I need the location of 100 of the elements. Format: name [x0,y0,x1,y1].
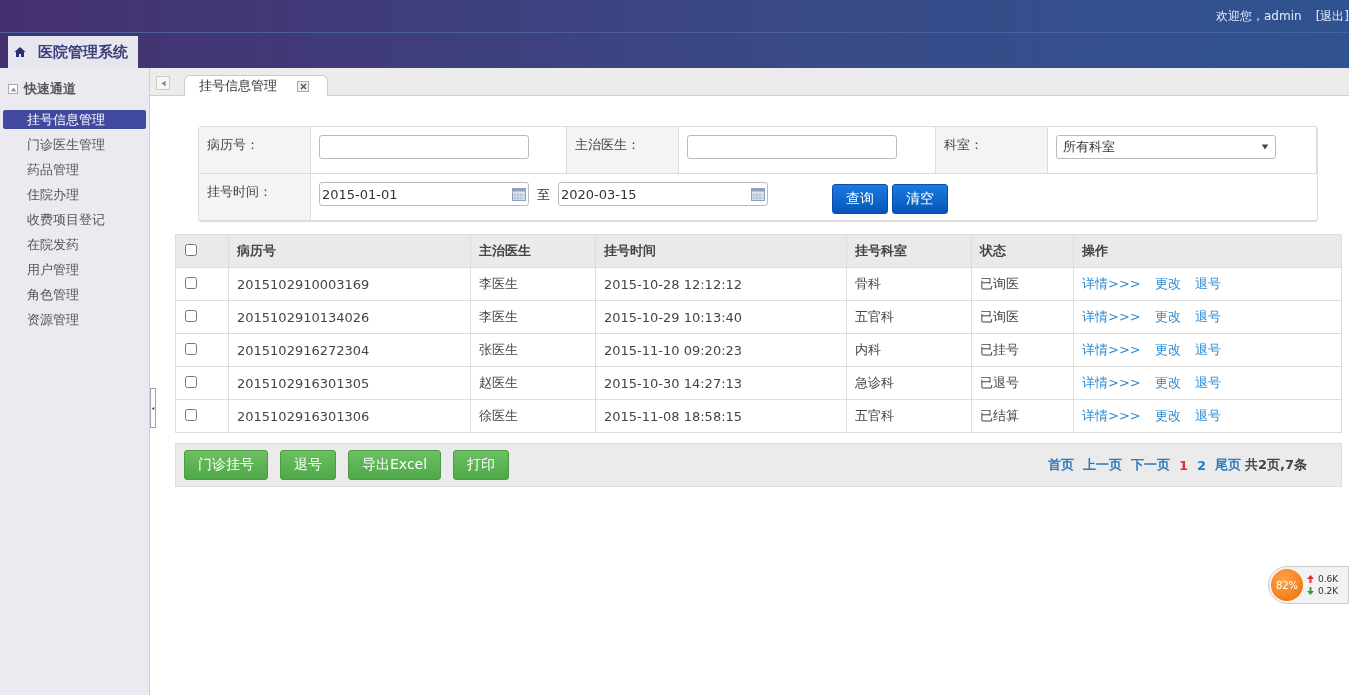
row-action-link[interactable]: 更改 [1154,408,1181,423]
search-button[interactable]: 查询 [832,184,888,214]
welcome-text: 欢迎您，admin [1216,7,1302,25]
upload-arrow-icon [1307,575,1314,583]
table-cell: 2015-11-10 09:20:23 [595,333,847,367]
table-cell: 2015-10-28 12:12:12 [595,267,847,301]
input-field[interactable] [319,135,529,159]
table-cell: 内科 [846,333,972,367]
department-select[interactable]: 所有科室 [1056,135,1276,159]
row-action-link[interactable]: 更改 [1154,276,1181,291]
row-action-link[interactable]: 更改 [1154,375,1181,390]
page-tab[interactable]: 挂号信息管理 [184,75,328,96]
table-cell: 2015102916301305 [228,366,471,400]
row-action-link[interactable]: 详情>>> [1082,408,1141,423]
upload-speed: 0.6K [1318,574,1339,584]
collapse-arrow-icon [151,405,155,411]
row-action-link[interactable]: 退号 [1194,342,1221,357]
dropdown-arrow-icon [1261,143,1269,151]
row-checkbox[interactable] [185,408,197,421]
sidebar-item[interactable]: 角色管理 [3,285,146,304]
sidebar-item[interactable]: 收费项目登记 [3,210,146,229]
table-cell: 2015102916272304 [228,333,471,367]
tab-scroll-button[interactable] [156,76,170,90]
clear-button[interactable]: 清空 [892,184,948,214]
calendar-icon[interactable] [512,187,526,201]
input-field[interactable] [687,135,897,159]
column-header: 主治医生 [470,234,596,268]
row-action-link[interactable]: 退号 [1194,276,1221,291]
row-checkbox[interactable] [185,309,197,322]
table-cell: 2015-10-30 14:27:13 [595,366,847,400]
row-action-link[interactable]: 详情>>> [1082,375,1141,390]
table-cell: 2015102916301306 [228,399,471,433]
date-value: 2015-01-01 [322,186,398,202]
row-action-link[interactable]: 更改 [1154,342,1181,357]
row-checkbox[interactable] [185,276,197,289]
table-cell: 2015-10-29 10:13:40 [595,300,847,334]
date-value: 2020-03-15 [561,186,637,202]
date-field[interactable]: 2015-01-01 [319,182,529,206]
row-action-link[interactable]: 详情>>> [1082,342,1141,357]
table-cell: 2015102910134026 [228,300,471,334]
action-button[interactable]: 导出Excel [348,450,442,480]
download-arrow-icon [1307,587,1314,595]
table-cell: 已退号 [971,366,1074,400]
date-field[interactable]: 2020-03-15 [558,182,768,206]
close-button[interactable] [297,80,309,92]
table-cell: 五官科 [846,399,972,433]
column-header: 病历号 [228,234,471,268]
column-header: 操作 [1073,234,1342,268]
table-cell: 李医生 [470,267,596,301]
row-action-link[interactable]: 退号 [1194,309,1221,324]
pagination-link[interactable]: 上一页 [1082,456,1122,474]
column-header: 挂号时间 [595,234,847,268]
left-arrow-icon [159,79,167,87]
sidebar-item[interactable]: 资源管理 [3,310,146,329]
row-checkbox[interactable] [185,375,197,388]
column-header: 挂号科室 [846,234,972,268]
action-button[interactable]: 退号 [280,450,336,480]
download-speed: 0.2K [1318,586,1339,596]
sidebar-item[interactable]: 在院发药 [3,235,146,254]
select-all-checkbox[interactable] [185,243,197,256]
row-action-link[interactable]: 退号 [1194,408,1221,423]
usage-ball: 82% [1271,569,1303,601]
sidebar-item[interactable]: 门诊医生管理 [3,135,146,154]
table-cell: 已结算 [971,399,1074,433]
network-speed-widget[interactable]: 82% 0.6K 0.2K [1268,566,1349,604]
table-cell: 已询医 [971,300,1074,334]
pagination-link[interactable]: 尾页 [1214,456,1241,474]
row-action-link[interactable]: 退号 [1194,375,1221,390]
table-cell: 2015102910003169 [228,267,471,301]
sidebar-item[interactable]: 用户管理 [3,260,146,279]
row-checkbox[interactable] [185,342,197,355]
table-cell: 已询医 [971,267,1074,301]
table-cell: 张医生 [470,333,596,367]
sidebar-item[interactable]: 药品管理 [3,160,146,179]
field-label: 挂号时间： [207,184,272,199]
field-label: 主治医生： [575,137,640,152]
select-value: 所有科室 [1063,138,1115,156]
system-title: 医院管理系统 [38,42,128,62]
row-action-link[interactable]: 详情>>> [1082,309,1141,324]
sidebar-item[interactable]: 挂号信息管理 [3,110,146,129]
row-action-link[interactable]: 详情>>> [1082,276,1141,291]
table-cell: 已挂号 [971,333,1074,367]
page-number-link[interactable]: 1 [1178,457,1188,473]
table-cell: 2015-11-08 18:58:15 [595,399,847,433]
page-summary: 共2页,7条 [1244,456,1307,474]
page-number-link[interactable]: 2 [1196,457,1206,473]
sidebar-item[interactable]: 住院办理 [3,185,146,204]
row-action-link[interactable]: 更改 [1154,309,1181,324]
pagination-link[interactable]: 首页 [1047,456,1074,474]
column-header: 状态 [971,234,1074,268]
sidebar-collapse-handle[interactable] [150,388,156,428]
tab-label: 挂号信息管理 [199,77,277,95]
sidebar-title: 快速通道 [24,80,76,98]
table-cell: 徐医生 [470,399,596,433]
pagination-link[interactable]: 下一页 [1130,456,1170,474]
logout-link[interactable]: [退出] [1315,7,1349,25]
action-button[interactable]: 门诊挂号 [184,450,268,480]
table-cell: 急诊科 [846,366,972,400]
action-button[interactable]: 打印 [453,450,510,480]
calendar-icon[interactable] [751,187,765,201]
